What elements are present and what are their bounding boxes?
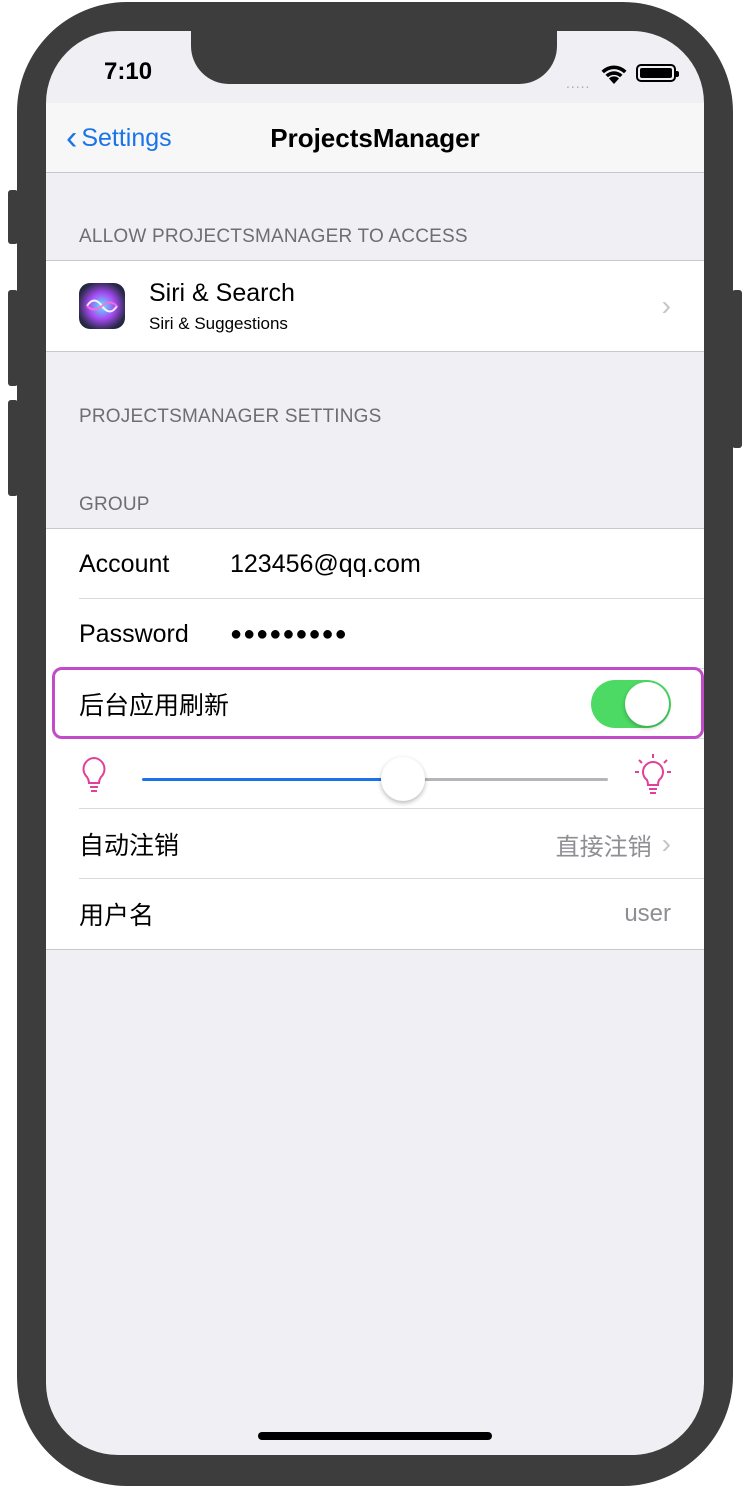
side-button xyxy=(732,290,742,448)
bulb-bright-icon xyxy=(635,754,671,794)
siri-icon xyxy=(79,283,125,329)
volume-down-button xyxy=(8,400,18,496)
wifi-icon xyxy=(601,65,627,84)
background-refresh-row: 后台应用刷新 xyxy=(46,669,704,739)
notch xyxy=(191,31,557,84)
home-indicator xyxy=(258,1432,492,1440)
screen: 7:10 ..... ‹ Settings ProjectsManager AL… xyxy=(46,31,704,1455)
volume-up-button xyxy=(8,290,18,386)
auto-logout-value: 直接注销 xyxy=(555,833,652,861)
slider-track-filled xyxy=(142,778,403,781)
siri-subtitle: Siri & Suggestions xyxy=(149,313,288,333)
group-settings: Account 123456@qq.com Password ●●●●●●●●●… xyxy=(46,528,704,950)
username-row[interactable]: 用户名 user xyxy=(46,879,704,949)
password-field[interactable]: ●●●●●●●●● xyxy=(230,623,348,646)
siri-search-row[interactable]: Siri & Search Siri & Suggestions › xyxy=(46,261,704,351)
access-group: Siri & Search Siri & Suggestions › xyxy=(46,260,704,352)
brightness-slider-thumb[interactable] xyxy=(380,757,425,801)
auto-logout-label: 自动注销 xyxy=(79,832,180,860)
brightness-slider-row xyxy=(46,739,704,809)
page-title: ProjectsManager xyxy=(270,123,480,153)
section-header-group: GROUP xyxy=(79,494,150,515)
battery-icon xyxy=(636,64,679,82)
username-value[interactable]: user xyxy=(624,900,671,928)
background-refresh-toggle[interactable] xyxy=(591,680,671,728)
siri-title: Siri & Search xyxy=(149,278,295,307)
status-time: 7:10 xyxy=(104,58,153,85)
section-header-settings: PROJECTSMANAGER SETTINGS xyxy=(79,406,382,427)
account-field[interactable]: 123456@qq.com xyxy=(230,550,421,579)
signal-icon: ..... xyxy=(566,75,591,91)
silent-switch xyxy=(8,190,18,244)
password-row[interactable]: Password ●●●●●●●●● xyxy=(46,599,704,669)
chevron-right-icon: › xyxy=(661,290,671,321)
username-label: 用户名 xyxy=(79,902,155,930)
section-header-access: ALLOW PROJECTSMANAGER TO ACCESS xyxy=(79,226,468,247)
navigation-bar: ‹ Settings ProjectsManager xyxy=(46,103,704,173)
auto-logout-row[interactable]: 自动注销 直接注销 › xyxy=(46,809,704,879)
account-row[interactable]: Account 123456@qq.com xyxy=(46,529,704,599)
bulb-dim-icon xyxy=(82,756,106,792)
background-refresh-label: 后台应用刷新 xyxy=(79,692,230,720)
slider-track-empty xyxy=(402,778,608,781)
chevron-right-icon: › xyxy=(661,828,671,859)
account-label: Account xyxy=(79,549,170,578)
password-label: Password xyxy=(79,619,189,648)
